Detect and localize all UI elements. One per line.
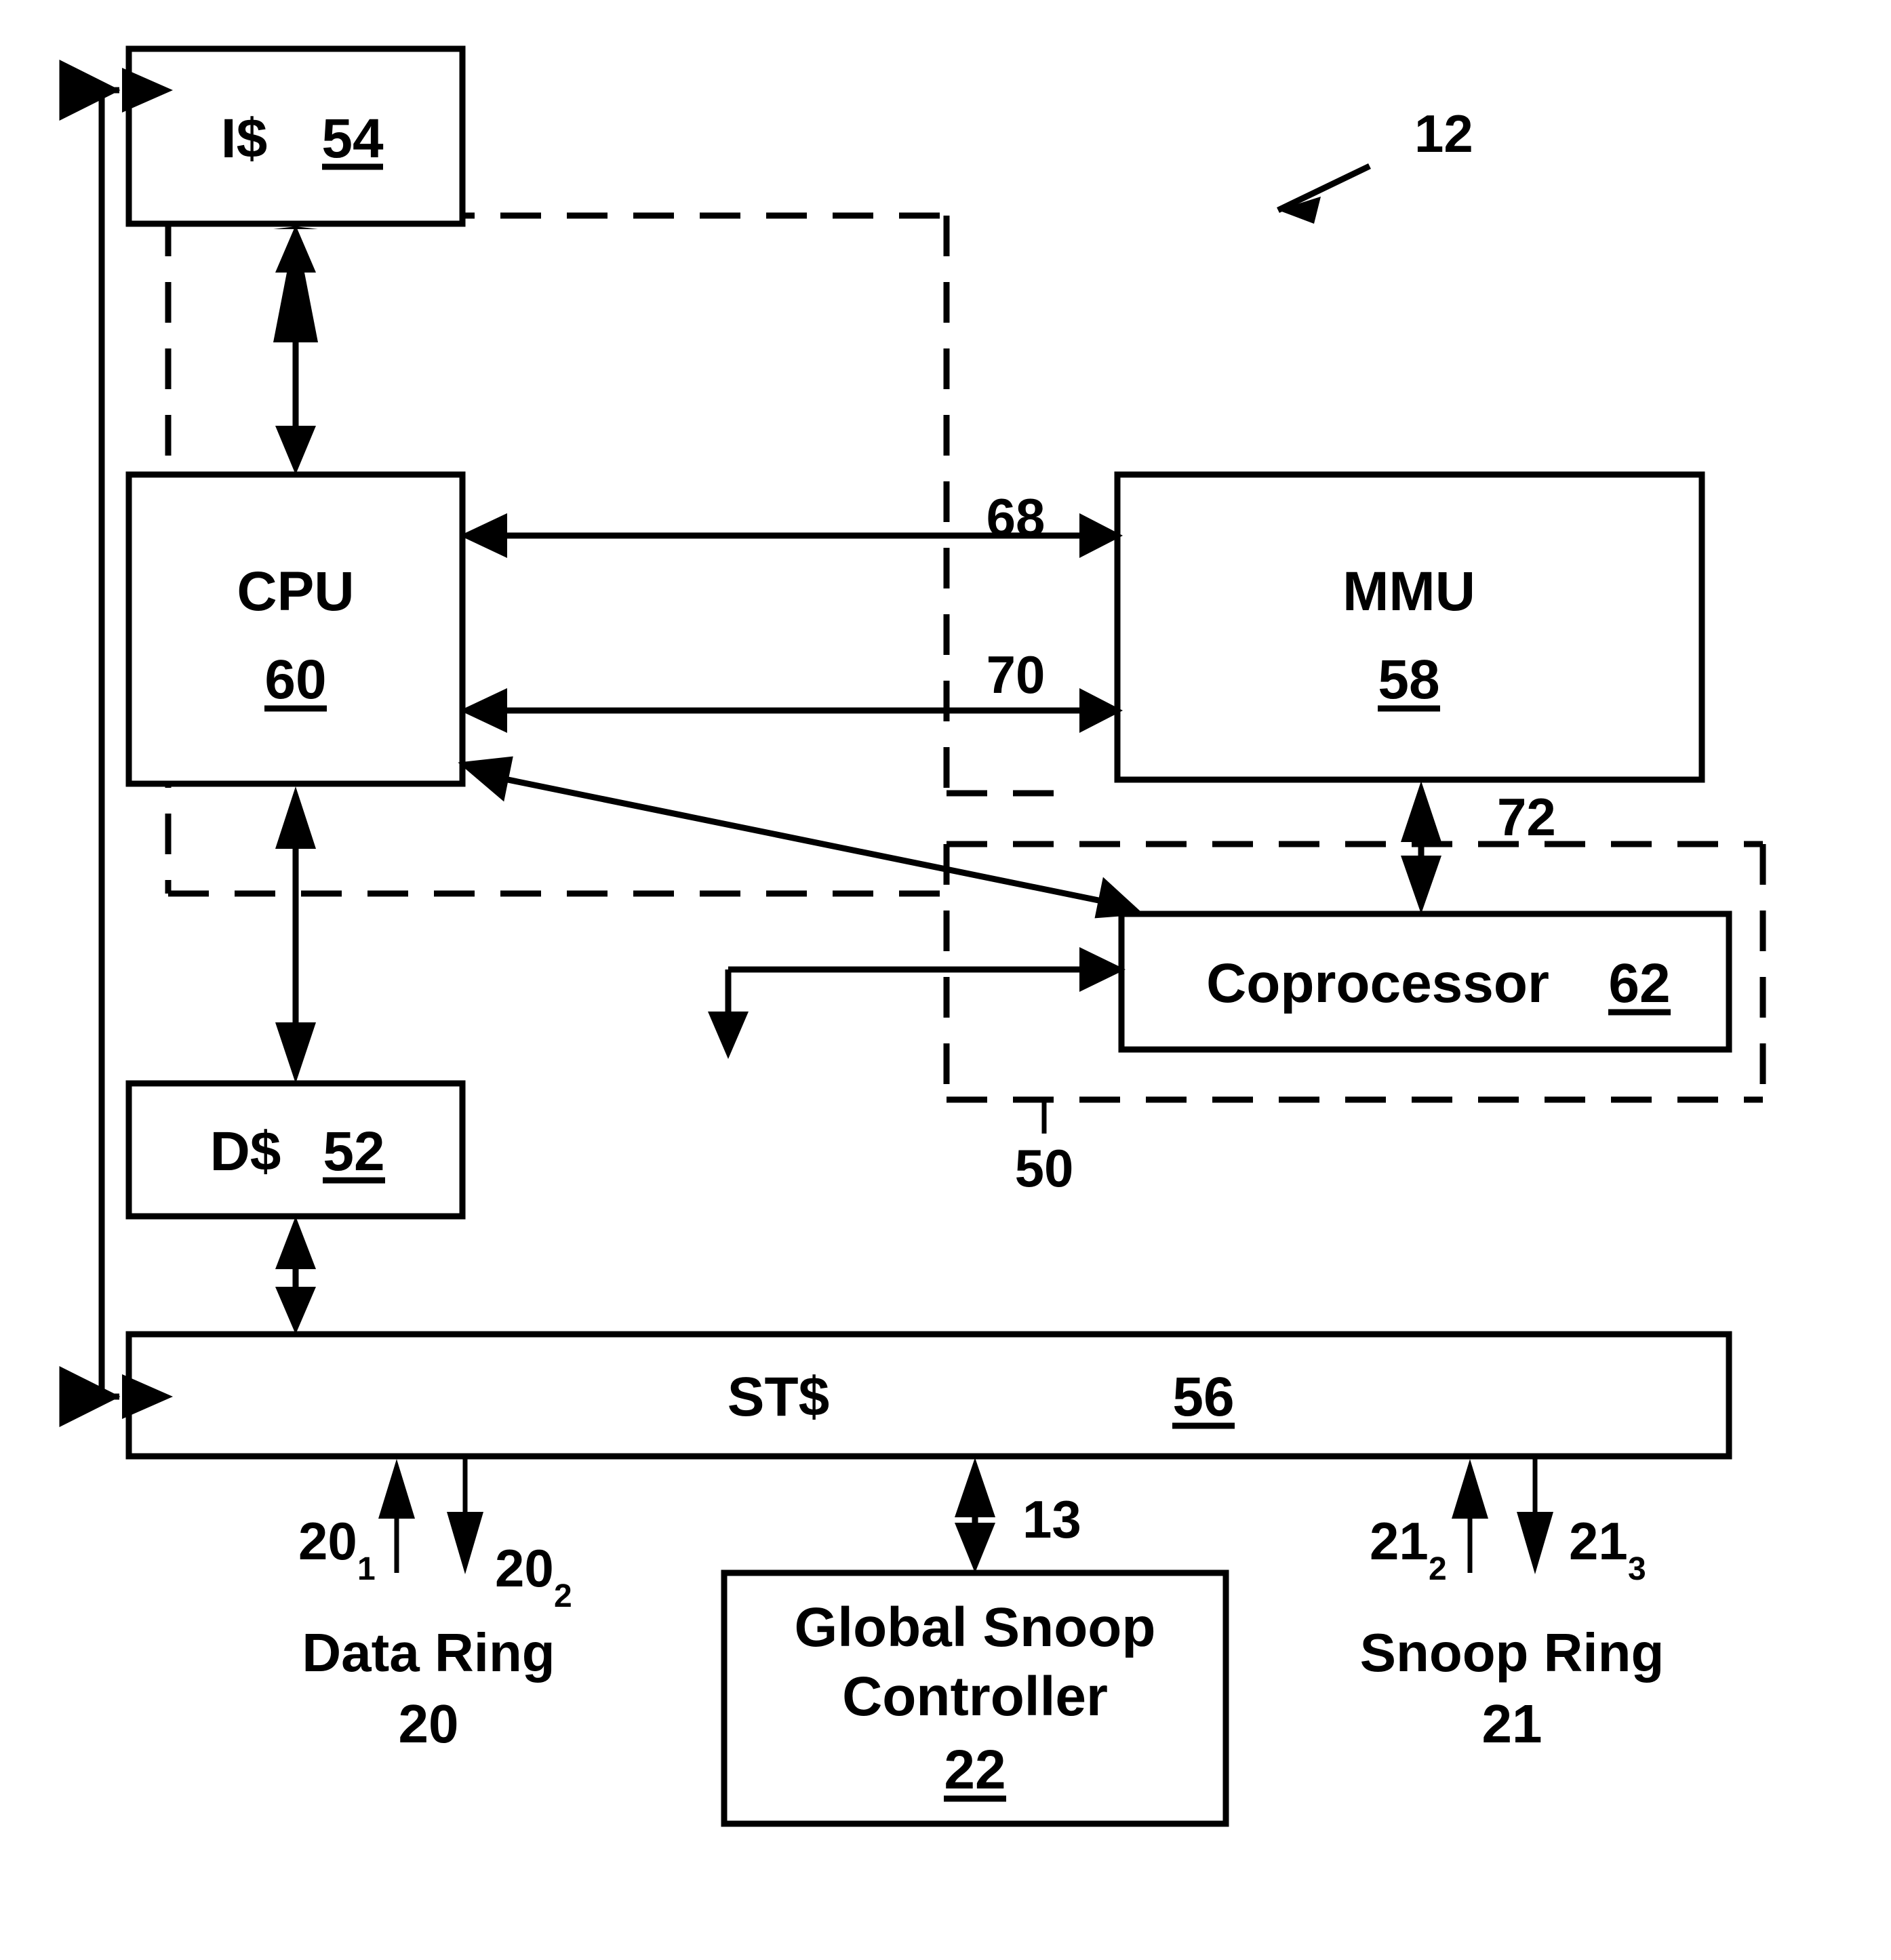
gsc-label-line1: Global Snoop: [795, 1597, 1156, 1658]
data-ring-out-label: 20: [495, 1538, 554, 1598]
figure-reference-12: 12: [1414, 104, 1473, 163]
data-ring-out-label-sub: 2: [554, 1578, 572, 1614]
coprocessor-ref: 62: [1608, 953, 1670, 1014]
data-ring-in-label: 20: [298, 1511, 357, 1571]
cpu-ref: 60: [264, 649, 326, 711]
label-layer: I$ 54 CPU 60 MMU 58 Coprocessor 62 D$ 52…: [210, 104, 1671, 1802]
gsc-label-line2: Controller: [842, 1666, 1108, 1727]
data-ring-name: Data Ring: [302, 1622, 555, 1683]
coprocessor-label: Coprocessor: [1206, 953, 1549, 1014]
link-label-13: 13: [1022, 1489, 1081, 1549]
snoop-ring-in-label-sub: 2: [1429, 1551, 1447, 1587]
gsc-ref: 22: [944, 1739, 1006, 1801]
dcache-label: D$: [210, 1121, 281, 1182]
stcache-ref: 56: [1172, 1366, 1234, 1428]
link-label-70: 70: [987, 645, 1046, 704]
snoop-ring-ref: 21: [1482, 1694, 1542, 1754]
data-ring-ref: 20: [399, 1694, 459, 1754]
snoop-ring-name: Snoop Ring: [1360, 1622, 1665, 1683]
dcache-ref: 52: [323, 1121, 384, 1182]
link-label-68: 68: [987, 487, 1046, 547]
link-label-72: 72: [1497, 787, 1556, 847]
data-ring-in-label-sub: 1: [357, 1551, 376, 1587]
mmu-ref: 58: [1378, 649, 1439, 711]
icache-ref: 54: [321, 108, 384, 169]
icache-label: I$: [221, 108, 267, 169]
patent-figure-block-diagram: I$ 54 CPU 60 MMU 58 Coprocessor 62 D$ 52…: [0, 0, 1891, 1960]
snoop-ring-out-label: 21: [1569, 1511, 1628, 1571]
mmu-label: MMU: [1342, 561, 1475, 622]
stcache-label: ST$: [728, 1366, 829, 1428]
region-label-50: 50: [1015, 1138, 1074, 1198]
snoop-ring-in-label: 21: [1370, 1511, 1429, 1571]
cpu-label: CPU: [237, 561, 354, 622]
snoop-ring-out-label-sub: 3: [1628, 1551, 1646, 1587]
